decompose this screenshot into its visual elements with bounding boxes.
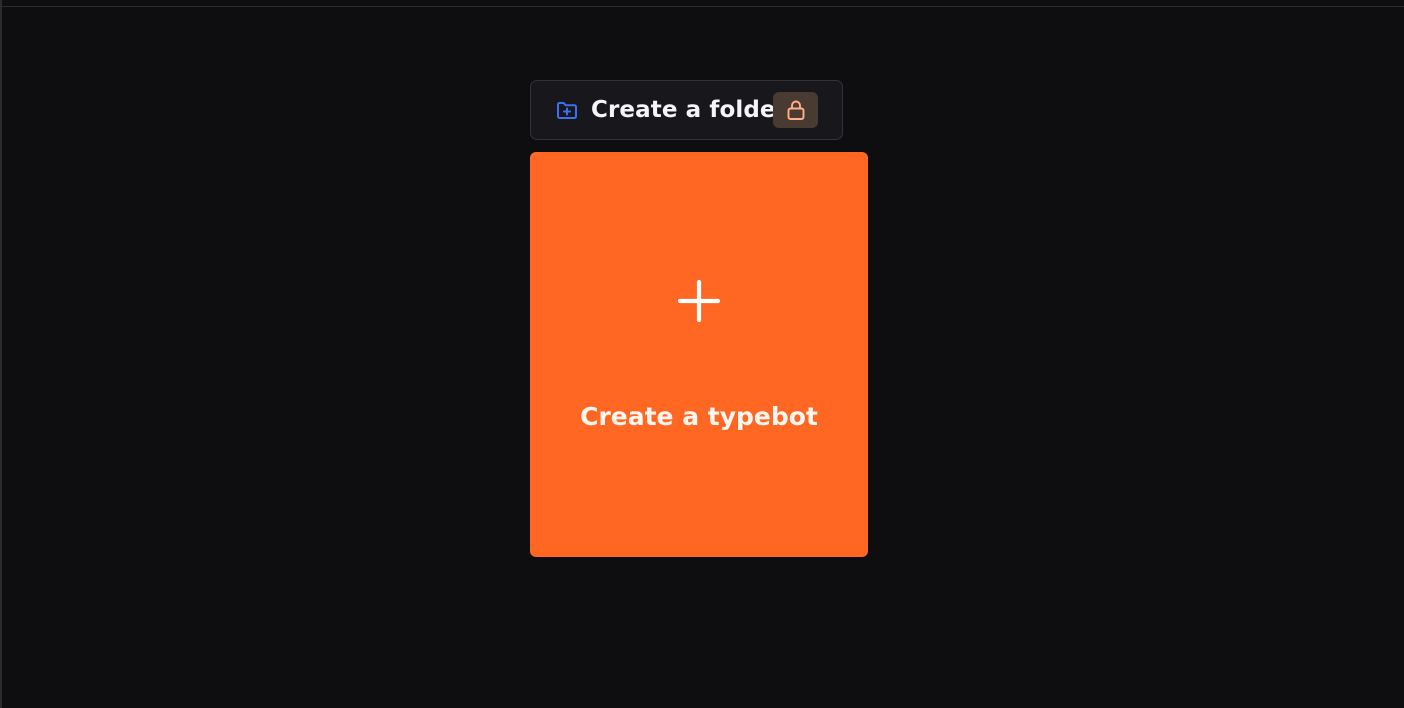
create-typebot-label: Create a typebot — [580, 402, 818, 431]
top-divider — [0, 0, 1404, 7]
create-folder-label: Create a folder — [591, 97, 788, 123]
create-folder-button[interactable]: Create a folder — [530, 80, 843, 140]
create-typebot-button[interactable]: Create a typebot — [530, 152, 868, 557]
folder-plus-icon — [554, 97, 580, 123]
plus-icon — [677, 279, 721, 323]
left-divider — [0, 0, 2, 708]
page: Create a folder Create a typebot — [0, 0, 1404, 708]
lock-badge — [773, 92, 818, 128]
lock-icon — [787, 100, 804, 120]
